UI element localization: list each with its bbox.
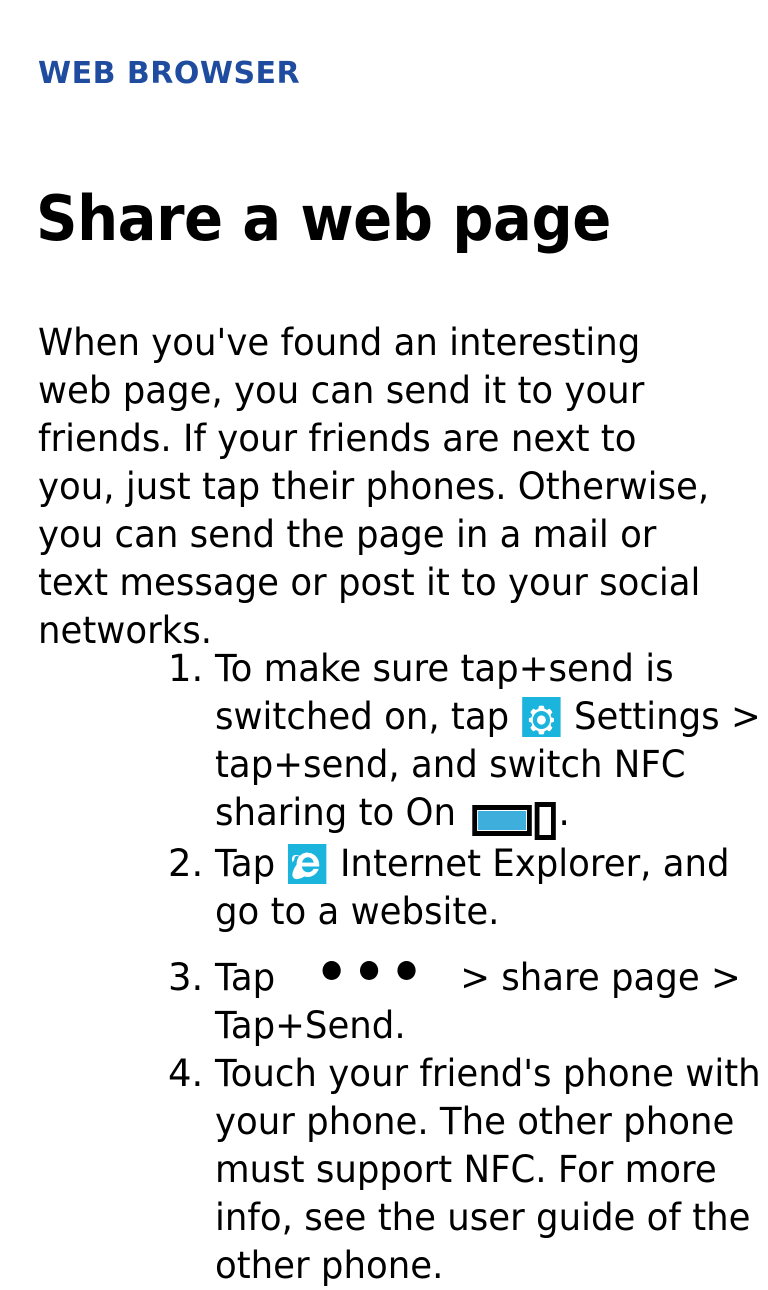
step-number: 1. — [168, 647, 204, 690]
list-item: 4. Touch your friend's phone with your p… — [40, 1050, 768, 1290]
settings-gear-icon[interactable] — [522, 697, 561, 737]
category-label: WEB BROWSER — [38, 56, 301, 91]
ellipsis-dot — [322, 960, 342, 980]
step-text-part: Tap — [215, 841, 287, 885]
step-number: 4. — [168, 1051, 204, 1095]
step-text: Tap > share page > Tap+Send. — [215, 954, 768, 1050]
internet-explorer-icon[interactable] — [288, 843, 327, 884]
step-text-part: > share page > Tap+Send. — [215, 955, 741, 1047]
step-text: Tap Internet Explorer, and go to a websi… — [215, 840, 768, 936]
page-title: Share a web page — [36, 181, 611, 255]
step-text-end: . — [558, 791, 570, 834]
ellipsis-dot — [397, 960, 417, 980]
list-item: 1. To make sure tap+send is switched on,… — [40, 645, 768, 840]
step-number: 3. — [168, 955, 204, 999]
steps-list: 1. To make sure tap+send is switched on,… — [0, 645, 768, 1290]
intro-paragraph: When you've found an interesting web pag… — [38, 321, 710, 652]
list-item: 2. Tap Internet Explorer, and go to a we… — [40, 840, 768, 936]
ellipsis-dot — [360, 960, 379, 980]
toggle-thumb — [534, 801, 556, 840]
step-text-part: Tap — [215, 955, 287, 999]
list-item: 3. Tap > share page > Tap+Send. — [40, 954, 768, 1050]
more-ellipsis-icon[interactable] — [322, 960, 417, 980]
step-number: 2. — [168, 841, 204, 885]
help-article-page: WEB BROWSER Share a web page When you've… — [0, 0, 768, 1287]
toggle-track — [472, 805, 532, 836]
toggle-switch-on[interactable] — [472, 801, 556, 840]
step-text: Touch your friend's phone with your phon… — [215, 1051, 761, 1287]
step-text: To make sure tap+send is switched on, ta… — [215, 645, 768, 840]
